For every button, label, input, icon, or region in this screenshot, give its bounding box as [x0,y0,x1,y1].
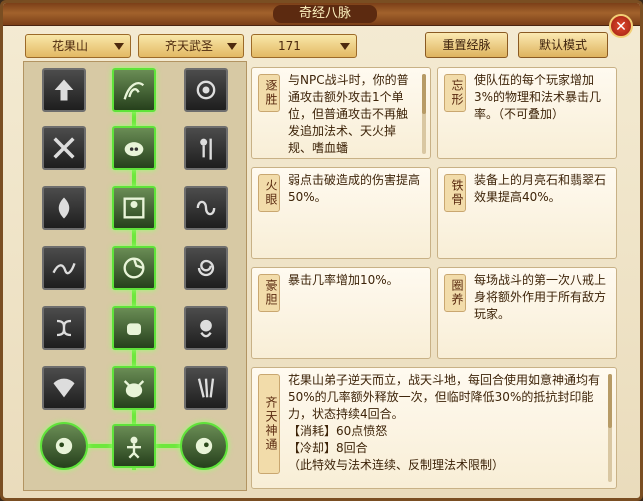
default-mode-button[interactable]: 默认模式 [518,32,608,58]
scrollbar[interactable] [608,374,612,482]
skill-slot[interactable] [42,126,86,170]
skill-desc: 使队伍的每个玩家增加3%的物理和法术暴击几率。（不可叠加） [474,73,602,121]
spiral-orb-icon [197,259,215,277]
skill-desc: 每场战斗的第一次八戒上身将额外作用于所有敌方玩家。 [474,273,607,321]
skill-desc: 装备上的月亮石和翡翠石效果提高40%。 [474,173,607,204]
up-arrow-icon [54,79,74,101]
level-value: 171 [278,39,301,53]
chevron-down-icon [227,43,237,50]
skill-slot[interactable] [42,366,86,410]
crossed-arms-icon [53,137,75,159]
close-icon: ✕ [615,19,627,35]
title-bar: 奇经八脉 [3,3,640,26]
skill-slot[interactable] [184,68,228,112]
skill-card: 忘形 使队伍的每个玩家增加3%的物理和法术暴击几率。（不可叠加） [437,67,617,159]
punch-icon [127,323,141,335]
monkey-icon [200,319,212,338]
chevron-down-icon [114,43,124,50]
skill-slot[interactable] [184,366,228,410]
orb-right-icon [195,437,213,455]
spiral-figure-icon [196,80,216,100]
skill-card: 圈养 每场战斗的第一次八戒上身将额外作用于所有敌方玩家。 [437,267,617,359]
skill-slot[interactable] [42,246,86,290]
twin-swirl-icon [196,200,216,216]
skill-slot[interactable] [180,422,228,470]
skill-slot[interactable] [184,246,228,290]
faction-dropdown[interactable]: 花果山 [25,34,131,58]
skill-slot[interactable] [112,126,156,170]
school-dropdown[interactable]: 齐天武圣 [138,34,244,58]
skill-slot[interactable] [112,68,156,112]
skill-desc: 弱点击破造成的伤害提高50%。 [288,173,421,204]
skill-card-ultimate: 齐天神通 花果山弟子逆天而立，战天斗地，每回合使用如意神通均有50%的几率额外释… [251,367,617,489]
skill-slot[interactable] [184,126,228,170]
split-figure-icon [123,197,145,219]
skill-desc: 暴击几率增加10%。 [288,273,399,287]
skill-cooldown: 【冷却】8回合 [288,441,368,455]
window-title: 奇经八脉 [273,5,377,23]
skill-name: 逐胜 [258,74,280,112]
skill-card: 豪胆 暴击几率增加10%。 [251,267,431,359]
skill-slot[interactable] [112,306,156,350]
close-button[interactable]: ✕ [609,14,633,38]
wave-icon [52,262,76,275]
skill-slot[interactable] [112,246,156,290]
school-value: 齐天武圣 [165,39,214,53]
flame-mask-icon [58,197,70,219]
reset-meridian-button[interactable]: 重置经脉 [425,32,508,58]
ox-icon [123,380,145,398]
skill-desc-block: 花果山弟子逆天而立，战天斗地，每回合使用如意神通均有50%的几率额外释放一次，但… [288,372,600,486]
skill-card: 铁骨 装备上的月亮石和翡翠石效果提高40%。 [437,167,617,259]
skill-slot[interactable] [42,306,86,350]
orb-left-icon [55,437,73,455]
skill-name: 忘形 [444,74,466,112]
ring-spin-icon [123,257,145,279]
skill-cost: 【消耗】60点愤怒 [288,424,388,438]
level-dropdown[interactable]: 171 [251,34,357,58]
scrollbar[interactable] [422,74,426,154]
skill-desc: 花果山弟子逆天而立，战天斗地，每回合使用如意神通均有50%的几率额外释放一次，但… [288,373,600,421]
meridian-tree [23,61,247,491]
skill-slot[interactable] [112,424,156,468]
claw-icon [197,378,215,398]
skill-slot[interactable] [184,186,228,230]
skill-name: 豪胆 [258,274,280,312]
vine-swirl-icon [123,82,145,100]
skill-slot[interactable] [112,186,156,230]
figure-staff-icon [200,138,212,160]
skill-name: 齐天神通 [258,374,280,474]
skill-desc: 与NPC战斗时，你的普通攻击额外攻击1个单位，但普通攻击不再触发追加法术、天火掉… [288,73,409,155]
skill-slot[interactable] [184,306,228,350]
skill-slot[interactable] [40,422,88,470]
skill-name: 圈养 [444,274,466,312]
chevron-down-icon [340,43,350,50]
skill-name: 火眼 [258,174,280,212]
monkey-king-icon [127,436,141,459]
skill-card: 逐胜 与NPC战斗时，你的普通攻击额外攻击1个单位，但普通攻击不再触发追加法术、… [251,67,431,159]
faction-value: 花果山 [52,39,89,53]
skill-slot[interactable] [42,68,86,112]
skill-slot[interactable] [42,186,86,230]
knot-icon [56,319,72,337]
skill-slot[interactable] [112,366,156,410]
pig-face-icon [124,142,144,157]
skill-card: 火眼 弱点击破造成的伤害提高50%。 [251,167,431,259]
skill-extra: （此特效与法术连续、反制理法术限制） [288,458,505,472]
fan-icon [53,378,75,398]
skill-name: 铁骨 [444,174,466,212]
meridian-window: 奇经八脉 ✕ 花果山 齐天武圣 171 重置经脉 默认模式 逐胜 与NPC战斗时… [0,0,643,501]
